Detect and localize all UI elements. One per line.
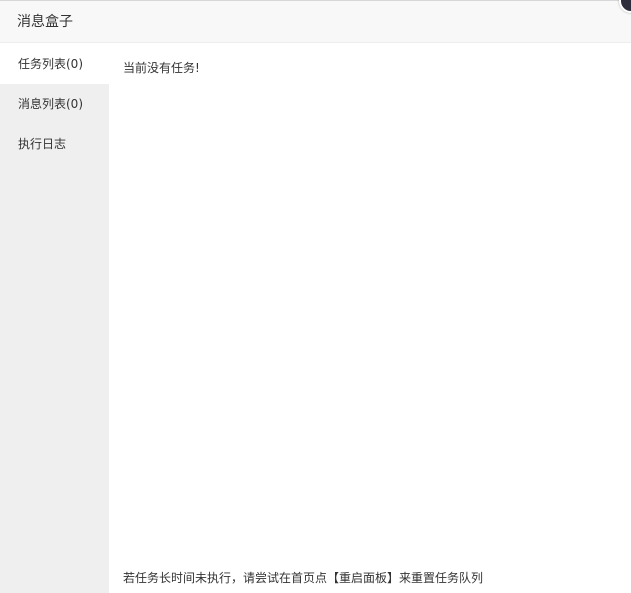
sidebar-item-label: 任务列表(0) xyxy=(18,57,83,71)
dialog-header: 消息盒子 xyxy=(0,1,631,43)
sidebar-item-label: 消息列表(0) xyxy=(18,97,83,111)
sidebar: 任务列表(0) 消息列表(0) 执行日志 xyxy=(0,44,109,593)
sidebar-item-label: 执行日志 xyxy=(18,137,67,151)
sidebar-item-execution-log[interactable]: 执行日志 xyxy=(0,124,109,164)
footer-hint: 若任务长时间未执行，请尝试在首页点【重启面板】来重置任务队列 xyxy=(123,571,484,585)
sidebar-item-message-list[interactable]: 消息列表(0) xyxy=(0,84,109,124)
dialog-title: 消息盒子 xyxy=(17,14,73,30)
task-list-panel: 当前没有任务! 若任务长时间未执行，请尝试在首页点【重启面板】来重置任务队列 xyxy=(109,44,631,593)
message-box-dialog: 消息盒子 任务列表(0) 消息列表(0) 执行日志 当前没有任务! 若任务长时间… xyxy=(0,0,631,593)
empty-state-text: 当前没有任务! xyxy=(123,61,200,75)
sidebar-item-task-list[interactable]: 任务列表(0) xyxy=(0,44,109,84)
